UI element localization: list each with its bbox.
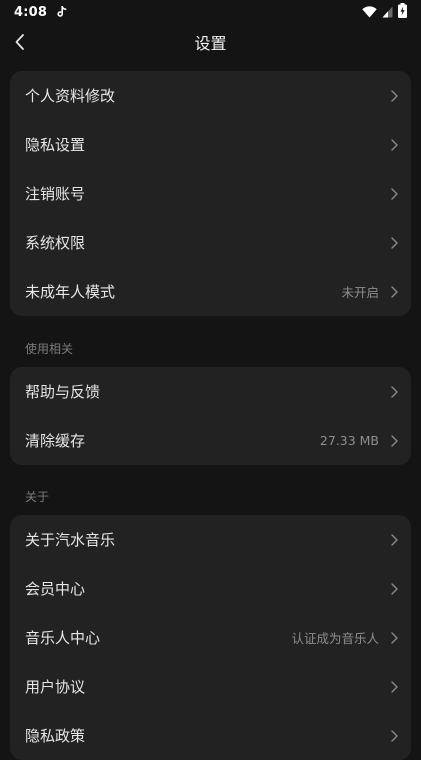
- settings-row-clear-cache[interactable]: 清除缓存 27.33 MB: [10, 416, 411, 465]
- section-header-usage: 使用相关: [25, 342, 74, 356]
- chevron-right-icon: [389, 434, 399, 448]
- row-label: 未成年人模式: [25, 283, 116, 301]
- settings-row-member-center[interactable]: 会员中心: [10, 564, 411, 613]
- chevron-right-icon: [389, 533, 399, 547]
- status-left: 4:08: [14, 3, 67, 22]
- cache-size-value: 27.33 MB: [319, 433, 379, 448]
- nav-bar: 设置: [0, 24, 421, 64]
- row-label: 音乐人中心: [25, 629, 101, 647]
- settings-row-about-app[interactable]: 关于汽水音乐: [10, 515, 411, 564]
- row-label: 用户协议: [25, 678, 86, 696]
- row-label: 会员中心: [25, 580, 86, 598]
- signal-icon: [382, 3, 393, 22]
- row-label: 清除缓存: [25, 432, 86, 450]
- status-time: 4:08: [14, 4, 48, 20]
- settings-row-profile-edit[interactable]: 个人资料修改: [10, 71, 411, 120]
- musician-verify-hint: 认证成为音乐人: [291, 631, 379, 646]
- row-label: 隐私设置: [25, 136, 86, 154]
- status-bar: 4:08: [0, 0, 421, 24]
- tiktok-notification-icon: [57, 3, 67, 22]
- settings-row-help-feedback[interactable]: 帮助与反馈: [10, 367, 411, 416]
- row-label: 系统权限: [25, 234, 86, 252]
- row-label: 关于汽水音乐: [25, 531, 116, 549]
- chevron-right-icon: [389, 236, 399, 250]
- settings-row-privacy-settings[interactable]: 隐私设置: [10, 120, 411, 169]
- settings-row-system-permissions[interactable]: 系统权限: [10, 218, 411, 267]
- chevron-right-icon: [389, 582, 399, 596]
- chevron-right-icon: [389, 729, 399, 743]
- settings-row-privacy-policy[interactable]: 隐私政策: [10, 711, 411, 760]
- chevron-right-icon: [389, 631, 399, 645]
- settings-row-user-agreement[interactable]: 用户协议: [10, 662, 411, 711]
- settings-row-delete-account[interactable]: 注销账号: [10, 169, 411, 218]
- about-card: 关于汽水音乐 会员中心 音乐人中心 认证成为音乐人 用户协议 隐私政策: [10, 515, 411, 760]
- chevron-right-icon: [389, 138, 399, 152]
- usage-card: 帮助与反馈 清除缓存 27.33 MB: [10, 367, 411, 465]
- chevron-right-icon: [389, 285, 399, 299]
- settings-row-minor-mode[interactable]: 未成年人模式 未开启: [10, 267, 411, 316]
- settings-row-musician-center[interactable]: 音乐人中心 认证成为音乐人: [10, 613, 411, 662]
- account-settings-card: 个人资料修改 隐私设置 注销账号 系统权限 未成年人模式 未开启: [10, 71, 411, 316]
- chevron-right-icon: [389, 187, 399, 201]
- page-title: 设置: [194, 34, 227, 53]
- chevron-right-icon: [389, 680, 399, 694]
- chevron-right-icon: [389, 89, 399, 103]
- status-right: [362, 2, 407, 22]
- row-label: 个人资料修改: [25, 87, 116, 105]
- battery-charging-icon: [398, 2, 407, 22]
- row-label: 注销账号: [25, 185, 86, 203]
- row-label: 帮助与反馈: [25, 383, 101, 401]
- wifi-icon: [362, 3, 377, 22]
- minor-mode-status: 未开启: [341, 285, 379, 300]
- section-header-about: 关于: [25, 490, 50, 504]
- row-label: 隐私政策: [25, 727, 86, 745]
- chevron-right-icon: [389, 385, 399, 399]
